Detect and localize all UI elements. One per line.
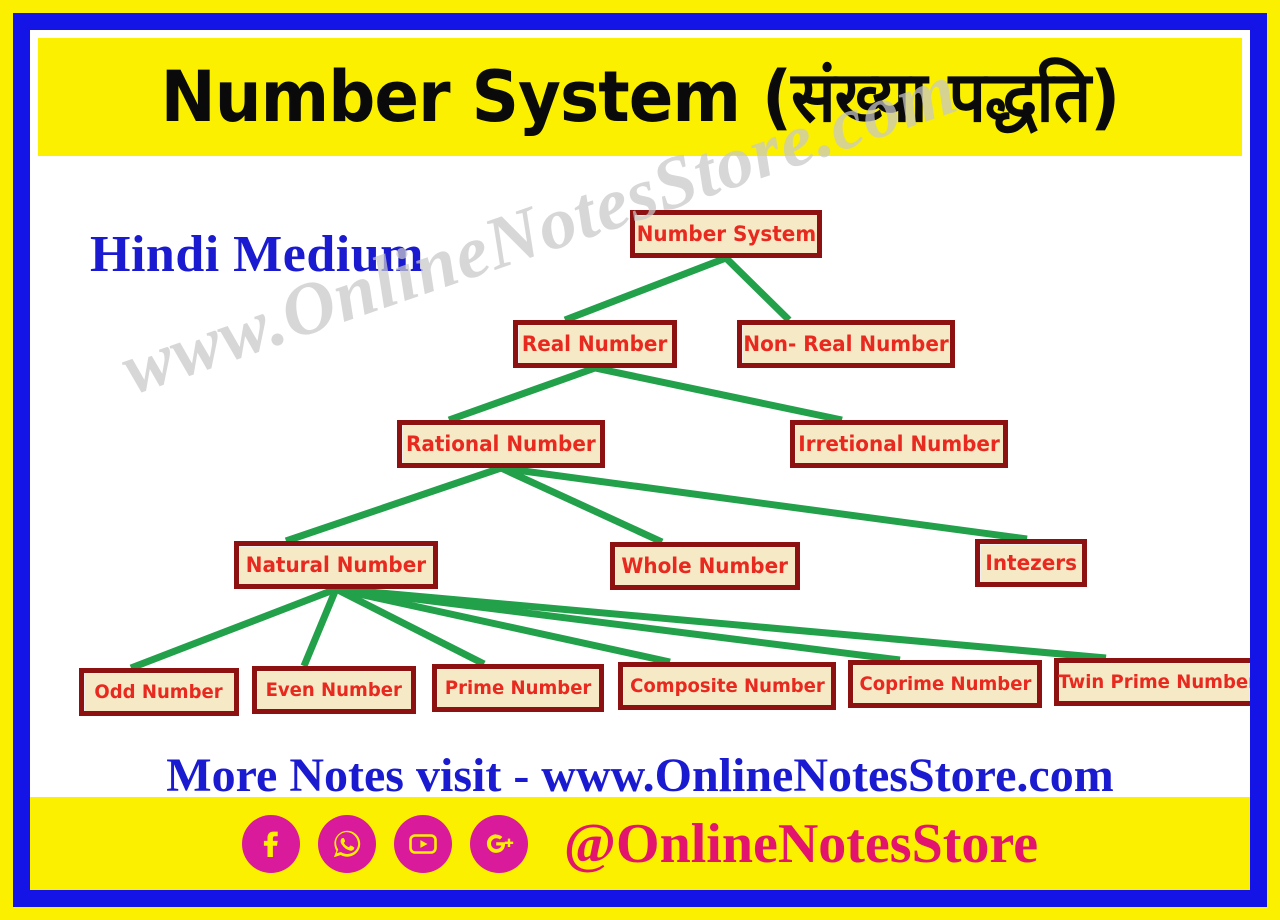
node-composite-number: Composite Number — [618, 662, 836, 710]
node-label: Intezers — [985, 551, 1077, 575]
node-whole-number: Whole Number — [610, 542, 800, 590]
connector-number-system-to-non-real-number — [723, 255, 792, 323]
node-rational-number: Rational Number — [397, 420, 605, 468]
node-label: Twin Prime Number — [1058, 671, 1250, 693]
node-even-number: Even Number — [252, 666, 416, 714]
social-bar: @OnlineNotesStore — [30, 797, 1250, 890]
whatsapp-icon[interactable] — [317, 814, 376, 873]
node-irrational-number: Irretional Number — [790, 420, 1008, 468]
youtube-icon[interactable] — [393, 814, 452, 873]
connector-real-number-to-irrational-number — [594, 364, 843, 424]
poster-sheet: Number System (संख्या पद्धति) Hindi Medi… — [30, 30, 1250, 890]
number-system-diagram: Number System Real Number Non- Real Number… — [30, 160, 1250, 740]
node-label: Natural Number — [245, 553, 427, 577]
node-real-number: Real Number — [513, 320, 677, 368]
node-label: Odd Number — [94, 681, 224, 703]
node-label: Non- Real Number — [743, 332, 949, 356]
node-intezers: Intezers — [975, 539, 1087, 587]
node-prime-number: Prime Number — [432, 664, 604, 712]
node-label: Real Number — [522, 332, 668, 356]
googleplus-icon[interactable] — [469, 814, 528, 873]
node-label: Number System — [636, 222, 816, 246]
poster: Number System (संख्या पद्धति) Hindi Medi… — [0, 0, 1280, 920]
node-twin-prime: Twin Prime Number — [1054, 658, 1250, 706]
node-label: Whole Number — [621, 554, 789, 578]
node-non-real-number: Non- Real Number — [737, 320, 955, 368]
node-label: Composite Number — [629, 675, 825, 697]
social-handle: @OnlineNotesStore — [563, 812, 1039, 875]
node-label: Rational Number — [406, 432, 596, 456]
node-label: Coprime Number — [859, 673, 1031, 695]
connector-real-number-to-rational-number — [447, 364, 597, 424]
connector-number-system-to-real-number — [563, 254, 728, 324]
title-banner: Number System (संख्या पद्धति) — [38, 38, 1242, 156]
node-natural-number: Natural Number — [234, 541, 438, 589]
facebook-icon[interactable] — [241, 814, 300, 873]
footer-link: More Notes visit - www.OnlineNotesStore.… — [166, 749, 1114, 802]
node-label: Irretional Number — [798, 432, 1000, 456]
node-label: Even Number — [265, 679, 403, 701]
page-title: Number System (संख्या पद्धति) — [160, 56, 1121, 138]
node-number-system: Number System — [630, 210, 822, 258]
blue-frame-border: Number System (संख्या पद्धति) Hindi Medi… — [13, 13, 1267, 907]
node-label: Prime Number — [444, 677, 592, 699]
node-odd-number: Odd Number — [79, 668, 239, 716]
node-coprime-number: Coprime Number — [848, 660, 1042, 708]
connector-rational-number-to-natural-number — [284, 464, 503, 545]
